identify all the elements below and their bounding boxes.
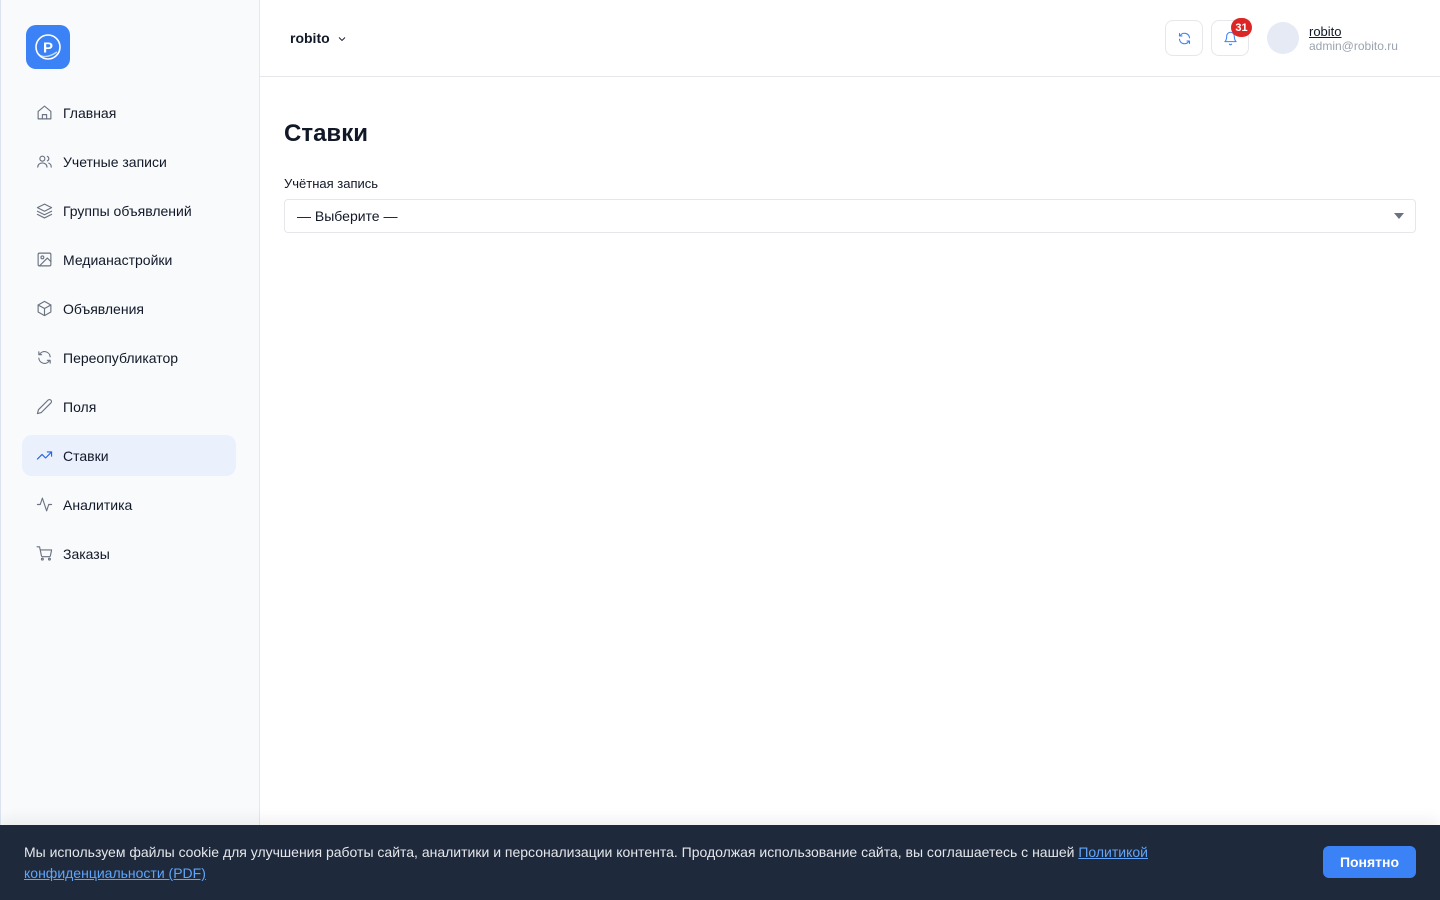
cookie-text: Мы используем файлы cookie для улучшения… — [24, 842, 1224, 884]
user-email: admin@robito.ru — [1309, 39, 1398, 53]
sidebar-nav: Главная Учетные записи Группы объявлений… — [22, 92, 236, 582]
sidebar-item-accounts[interactable]: Учетные записи — [22, 141, 236, 182]
sidebar-item-home[interactable]: Главная — [22, 92, 236, 133]
image-icon — [35, 251, 53, 269]
trending-up-icon — [35, 447, 53, 465]
cookie-accept-button[interactable]: Понятно — [1323, 846, 1416, 878]
sidebar-item-orders[interactable]: Заказы — [22, 533, 236, 574]
sidebar-item-label: Поля — [63, 398, 97, 415]
sidebar: P Главная Учетные записи Группы объявлен… — [0, 0, 260, 900]
sidebar-item-label: Учетные записи — [63, 153, 167, 170]
sidebar-item-republisher[interactable]: Переопубликатор — [22, 337, 236, 378]
logo-icon: P — [35, 34, 61, 60]
caret-down-icon — [1394, 213, 1404, 219]
account-field-label: Учётная запись — [284, 176, 379, 191]
sidebar-item-label: Объявления — [63, 300, 144, 317]
sidebar-item-fields[interactable]: Поля — [22, 386, 236, 427]
sidebar-item-media-settings[interactable]: Медианастройки — [22, 239, 236, 280]
workspace-switcher[interactable]: robito — [290, 30, 348, 46]
sidebar-item-label: Заказы — [63, 545, 110, 562]
sidebar-item-ads[interactable]: Объявления — [22, 288, 236, 329]
cookie-banner: Мы используем файлы cookie для улучшения… — [0, 825, 1440, 900]
user-name-link[interactable]: robito — [1309, 24, 1342, 39]
box-icon — [35, 300, 53, 318]
users-icon — [35, 153, 53, 171]
logo-letter: P — [43, 40, 53, 57]
top-header: robito 31 robito admin@robito.ru — [260, 0, 1440, 77]
activity-icon — [35, 496, 53, 514]
account-select[interactable]: — Выберите — — [284, 199, 1416, 233]
main-content: Ставки Учётная запись — Выберите — — [284, 120, 1416, 233]
notifications-button[interactable]: 31 — [1211, 18, 1252, 56]
cookie-message: Мы используем файлы cookie для улучшения… — [24, 844, 1079, 860]
sidebar-item-label: Ставки — [63, 447, 109, 464]
sidebar-item-bids[interactable]: Ставки — [22, 435, 236, 476]
sidebar-item-label: Переопубликатор — [63, 349, 179, 366]
refresh-button[interactable] — [1165, 20, 1203, 56]
avatar[interactable] — [1267, 22, 1299, 54]
sidebar-item-label: Главная — [63, 104, 117, 121]
chevron-down-icon — [336, 32, 348, 44]
sidebar-item-analytics[interactable]: Аналитика — [22, 484, 236, 525]
page-title: Ставки — [284, 120, 368, 147]
refresh-icon — [1178, 32, 1190, 44]
account-select-value: — Выберите — — [297, 208, 398, 224]
refresh-icon — [35, 349, 53, 367]
sidebar-item-label: Аналитика — [63, 496, 133, 513]
sidebar-item-ad-groups[interactable]: Группы объявлений — [22, 190, 236, 231]
layers-icon — [35, 202, 53, 220]
workspace-name: robito — [290, 30, 330, 46]
home-icon — [35, 104, 53, 122]
pencil-icon — [35, 398, 53, 416]
notifications-badge: 31 — [1231, 18, 1252, 37]
app-logo[interactable]: P — [26, 25, 70, 69]
cart-icon — [35, 545, 53, 563]
sidebar-item-label: Группы объявлений — [63, 202, 192, 219]
sidebar-item-label: Медианастройки — [63, 251, 173, 268]
